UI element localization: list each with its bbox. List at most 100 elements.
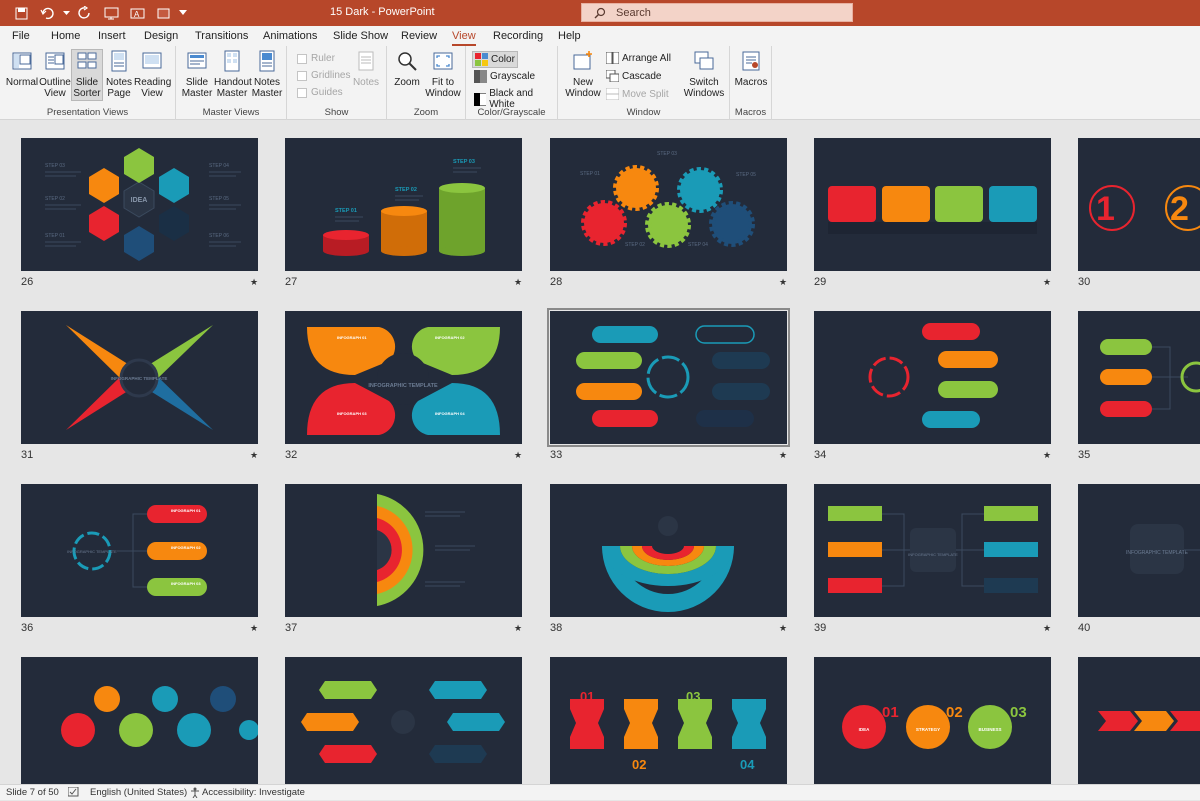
- handout-master-button[interactable]: Handout Master: [214, 50, 252, 99]
- tab-design[interactable]: Design: [144, 30, 178, 42]
- ruler-label: Ruler: [311, 53, 335, 64]
- slide-number: 39: [814, 622, 827, 634]
- slide-thumbnail[interactable]: INFOGRAPHIC TEMPLATE INFOGRAPH 01 INFOGR…: [21, 484, 258, 617]
- zoom-button[interactable]: Zoom: [391, 50, 423, 88]
- new-window-button[interactable]: New Window: [564, 50, 602, 99]
- move-split-button[interactable]: Move Split: [606, 88, 669, 100]
- notes-master-button[interactable]: Notes Master: [250, 50, 284, 99]
- transition-star-icon: ★: [1043, 277, 1052, 287]
- transition-star-icon: ★: [514, 450, 523, 460]
- move-split-label: Move Split: [622, 88, 669, 100]
- fit-to-window-button[interactable]: Fit to Window: [423, 50, 463, 99]
- slide-36-graphic: INFOGRAPHIC TEMPLATE INFOGRAPH 01 INFOGR…: [67, 505, 207, 596]
- slide-thumbnail[interactable]: [550, 484, 787, 617]
- gridlines-label: Gridlines: [311, 70, 351, 81]
- slide-thumbnail[interactable]: STEP 01 STEP 02 STEP 03: [285, 138, 522, 271]
- svg-text:A: A: [134, 10, 140, 19]
- present-icon[interactable]: [100, 4, 122, 22]
- outline-view-icon: [45, 52, 65, 70]
- slide-thumbnail[interactable]: INFOGRAPHIC TEMPLATE INFOGRAPH 01 INFOGR…: [285, 311, 522, 444]
- gridlines-checkbox[interactable]: Gridlines: [297, 70, 350, 81]
- switch-windows-icon: [694, 51, 714, 70]
- reading-view-button[interactable]: Reading View: [134, 50, 171, 99]
- arrange-all-label: Arrange All: [622, 52, 671, 64]
- slide-thumbnail[interactable]: [21, 657, 259, 784]
- color-button[interactable]: Color: [472, 51, 518, 68]
- tab-help[interactable]: Help: [558, 30, 581, 42]
- slide-thumbnail[interactable]: STEP 01 STEP 03 STEP 05 STEP 02 STEP 04: [550, 138, 787, 271]
- arrange-all-button[interactable]: Arrange All: [606, 52, 671, 64]
- slide-thumbnail[interactable]: IDEA STEP 03 STEP 02 STEP 01 STEP 04 STE…: [21, 138, 258, 271]
- notes-master-label: Notes Master: [251, 77, 283, 99]
- tab-home[interactable]: Home: [51, 30, 80, 42]
- notes-button[interactable]: Notes: [351, 50, 381, 88]
- ruler-checkbox[interactable]: Ruler: [297, 53, 335, 64]
- s32-label4: INFOGRAPH 04: [435, 411, 465, 416]
- switch-windows-button[interactable]: Switch Windows: [682, 50, 726, 99]
- tab-insert[interactable]: Insert: [98, 30, 126, 42]
- tab-review[interactable]: Review: [401, 30, 437, 42]
- transition-star-icon: ★: [1043, 623, 1052, 633]
- s26-step6: STEP 06: [209, 233, 229, 239]
- accessibility-status[interactable]: Accessibility: Investigate: [202, 787, 305, 798]
- slide-thumbnail[interactable]: [1078, 311, 1200, 444]
- slide-42-graphic: [301, 681, 505, 763]
- slide-thumbnail[interactable]: [814, 138, 1051, 271]
- s28-step5: STEP 05: [736, 172, 756, 178]
- customize-qat-icon[interactable]: [178, 4, 188, 22]
- tab-slide-show[interactable]: Slide Show: [333, 30, 388, 42]
- slide-thumbnail[interactable]: INFOGRAPHIC TEMPLATE: [814, 484, 1051, 617]
- s44-label1: IDEA: [859, 727, 871, 732]
- tab-view[interactable]: View: [452, 30, 476, 46]
- slide-thumbnail-selected[interactable]: [547, 308, 790, 447]
- slide-thumbnail[interactable]: 01 02 03 IDEA STRATEGY BUSINESS: [814, 657, 1051, 784]
- slide-sorter-icon: [77, 52, 97, 69]
- slide-master-button[interactable]: Slide Master: [180, 50, 214, 99]
- quick-access-toolbar: A: [10, 4, 188, 22]
- slide-thumbnail[interactable]: [285, 484, 522, 617]
- s27-step3: STEP 03: [453, 159, 475, 165]
- transition-star-icon: ★: [514, 277, 523, 287]
- slide-thumbnail[interactable]: [1078, 657, 1200, 784]
- notes-page-button[interactable]: Notes Page: [104, 50, 134, 99]
- tab-file[interactable]: File: [12, 30, 30, 42]
- slide-29-graphic: [828, 186, 1037, 234]
- cascade-icon: [606, 70, 619, 82]
- redo-icon[interactable]: [74, 4, 96, 22]
- slide-thumbnail[interactable]: [285, 657, 522, 784]
- cascade-button[interactable]: Cascade: [606, 70, 661, 82]
- shape-icon[interactable]: [152, 4, 174, 22]
- slide-sorter-area[interactable]: IDEA STEP 03 STEP 02 STEP 01 STEP 04 STE…: [0, 121, 1200, 784]
- undo-icon[interactable]: [36, 4, 58, 22]
- transition-star-icon: ★: [1043, 450, 1052, 460]
- s31-center: INFOGRAPHIC TEMPLATE: [111, 376, 168, 381]
- search-box[interactable]: Search: [581, 3, 853, 22]
- outline-view-button[interactable]: Outline View: [39, 50, 71, 99]
- s36-label1: INFOGRAPH 01: [171, 508, 201, 513]
- tab-recording[interactable]: Recording: [493, 30, 543, 42]
- normal-view-button[interactable]: Normal: [5, 50, 39, 88]
- slide-thumbnail[interactable]: 1 2: [1078, 138, 1200, 271]
- save-icon[interactable]: [10, 4, 32, 22]
- undo-dropdown-icon[interactable]: [62, 4, 70, 22]
- macros-button[interactable]: Macros: [734, 50, 768, 88]
- text-box-icon[interactable]: A: [126, 4, 148, 22]
- slide-number: 26: [21, 276, 34, 288]
- slide-number: 30: [1078, 276, 1091, 288]
- accessibility-icon[interactable]: [190, 787, 200, 801]
- spellcheck-icon[interactable]: [67, 786, 80, 801]
- slide-thumbnail[interactable]: 01 02 03 04: [550, 657, 787, 784]
- tab-animations[interactable]: Animations: [263, 30, 317, 42]
- guides-checkbox[interactable]: Guides: [297, 87, 343, 98]
- tab-transitions[interactable]: Transitions: [195, 30, 248, 42]
- slide-sorter-button[interactable]: Slide Sorter: [71, 49, 103, 101]
- transition-star-icon: ★: [779, 623, 788, 633]
- slide-35-graphic: [1100, 339, 1200, 417]
- slide-thumbnail[interactable]: INFOGRAPHIC TEMPLATE: [21, 311, 258, 444]
- grayscale-button[interactable]: Grayscale: [474, 70, 535, 83]
- s32-label1: INFOGRAPH 01: [337, 335, 367, 340]
- slide-thumbnail[interactable]: INFOGRAPHIC TEMPLATE: [1078, 484, 1200, 617]
- language-indicator[interactable]: English (United States): [90, 787, 187, 798]
- slide-thumbnail[interactable]: [814, 311, 1051, 444]
- group-window: New Window Arrange All Cascade Move Spli…: [558, 46, 730, 120]
